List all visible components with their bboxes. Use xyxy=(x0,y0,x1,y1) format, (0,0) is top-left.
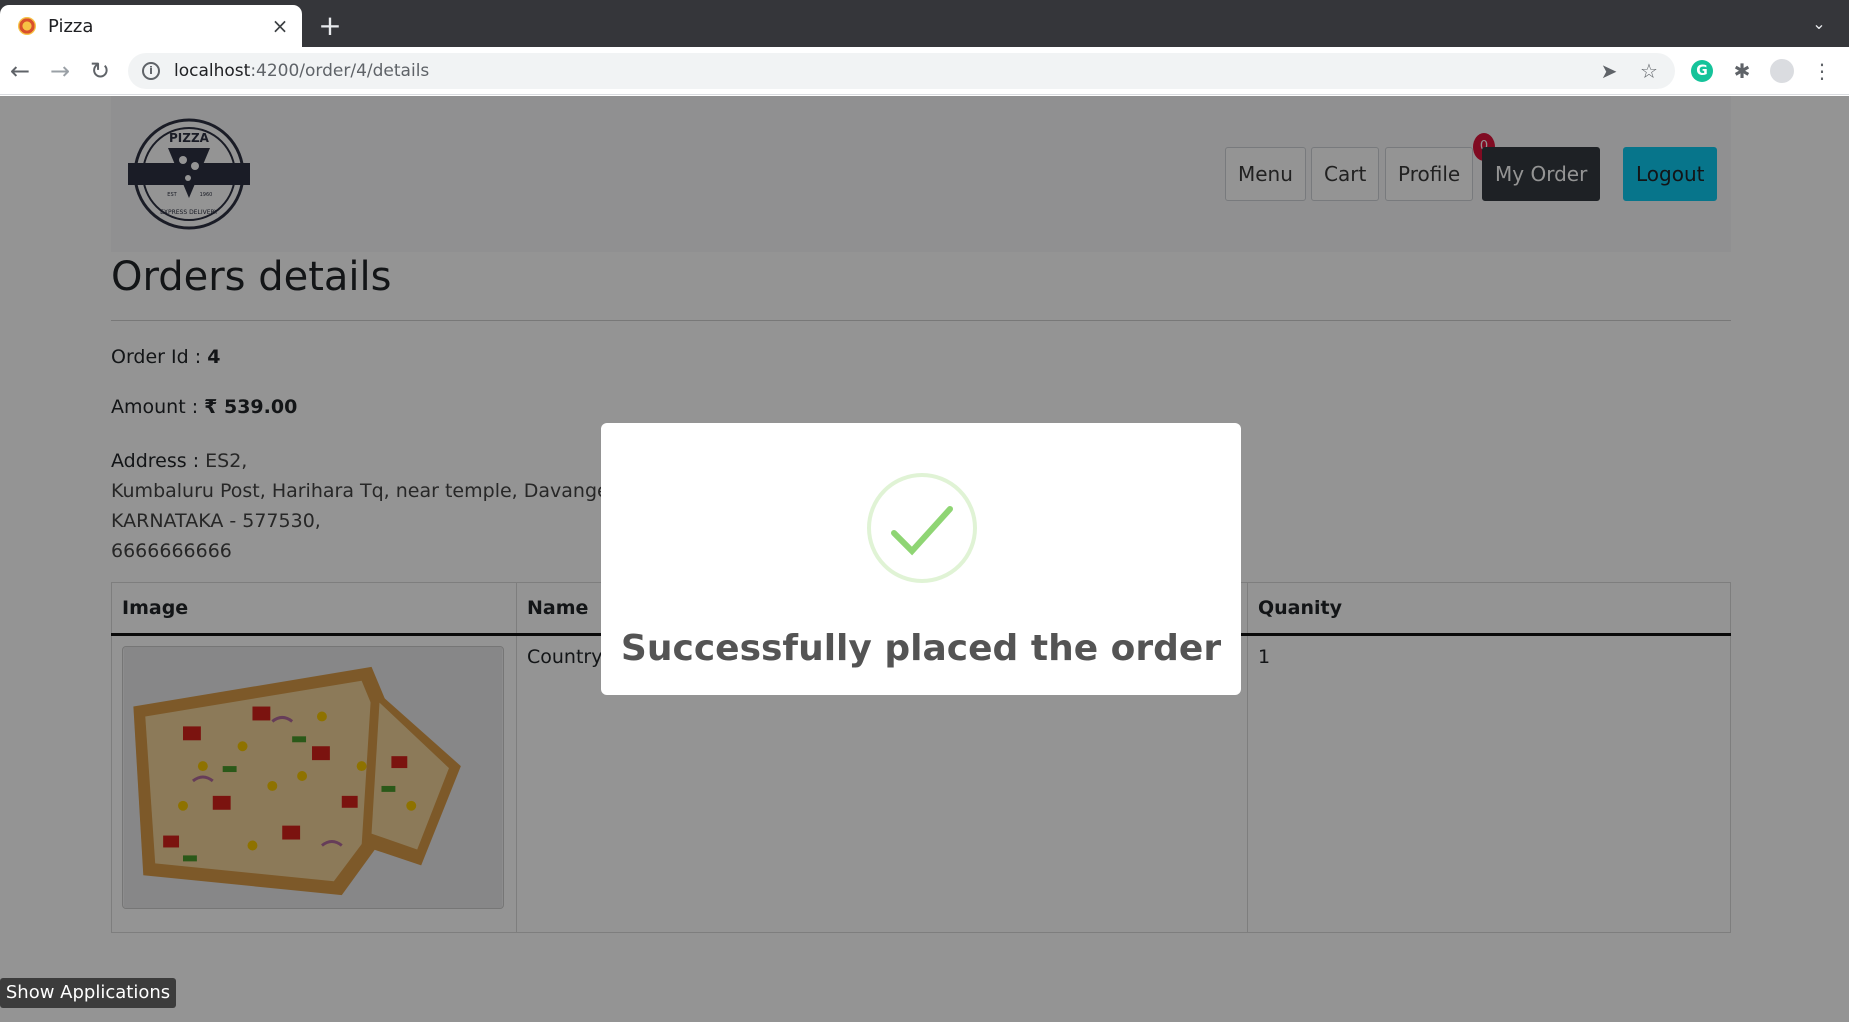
page-content: PIZZA EXPRESS DELIVERY EST 1960 Menu Car… xyxy=(0,96,1849,1022)
chevron-down-icon[interactable]: ⌄ xyxy=(1809,14,1829,34)
site-info-icon[interactable]: i xyxy=(142,62,160,80)
browser-toolbar: ← → ↻ i localhost:4200/order/4/details ➤… xyxy=(0,47,1849,95)
kebab-menu-icon[interactable]: ⋮ xyxy=(1808,57,1836,85)
browser-tabstrip: Pizza × + ⌄ xyxy=(0,0,1849,47)
success-check-icon xyxy=(891,506,953,556)
url-text: localhost:4200/order/4/details xyxy=(174,61,430,81)
forward-arrow-icon[interactable]: → xyxy=(46,57,74,85)
success-message: Successfully placed the order xyxy=(620,628,1222,669)
pizza-favicon-icon xyxy=(18,17,36,35)
browser-tab[interactable]: Pizza × xyxy=(0,5,302,47)
back-arrow-icon[interactable]: ← xyxy=(6,57,34,85)
address-bar[interactable]: i localhost:4200/order/4/details ➤ ☆ xyxy=(128,53,1675,89)
profile-avatar-icon[interactable] xyxy=(1770,59,1794,83)
grammarly-extension-icon[interactable]: G xyxy=(1691,60,1713,82)
show-applications-button[interactable]: Show Applications xyxy=(0,978,176,1008)
tab-title: Pizza xyxy=(48,15,94,37)
new-tab-button[interactable]: + xyxy=(316,12,344,40)
success-dialog: Successfully placed the order xyxy=(601,423,1241,695)
send-icon[interactable]: ➤ xyxy=(1595,57,1623,85)
puzzle-extensions-icon[interactable]: ✱ xyxy=(1728,57,1756,85)
close-tab-icon[interactable]: × xyxy=(268,14,292,38)
reload-icon[interactable]: ↻ xyxy=(86,57,114,85)
bookmark-star-icon[interactable]: ☆ xyxy=(1635,57,1663,85)
